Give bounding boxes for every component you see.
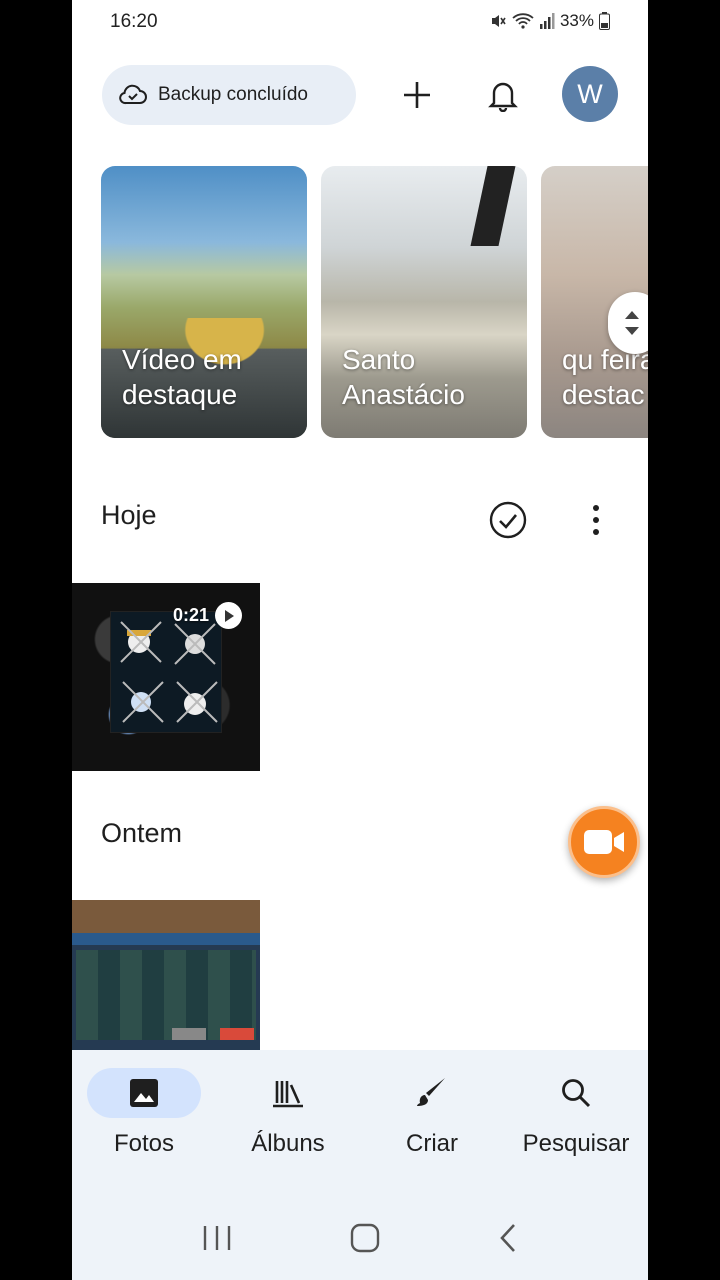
albums-icon <box>273 1081 303 1108</box>
wifi-icon <box>512 13 534 29</box>
nav-create-indicator <box>375 1068 489 1118</box>
memory-card-santo-anastacio[interactable]: Santo Anastácio <box>321 166 527 438</box>
search-icon <box>562 1079 591 1108</box>
cloud-check-icon <box>119 84 147 105</box>
home-icon[interactable] <box>349 1222 381 1254</box>
add-button[interactable] <box>394 72 440 118</box>
video-record-button[interactable] <box>568 806 640 878</box>
nav-label: Pesquisar <box>522 1130 630 1157</box>
back-icon[interactable] <box>496 1222 520 1254</box>
system-navigation-bar <box>72 1195 648 1280</box>
photos-screen: 16:20 33% Backup concluído W Vídeo em de… <box>72 0 648 1280</box>
account-avatar[interactable]: W <box>562 66 618 122</box>
fast-scroll-handle[interactable] <box>608 292 648 354</box>
nav-search-indicator <box>519 1068 633 1118</box>
select-all-button[interactable] <box>488 500 528 540</box>
backup-status-label: Backup concluído <box>158 84 308 105</box>
nav-label: Criar <box>406 1130 458 1157</box>
nav-photos[interactable]: Fotos <box>72 1068 216 1158</box>
screenshot-button <box>220 1028 254 1040</box>
video-preview <box>110 611 222 733</box>
status-icons: 33% <box>489 11 610 31</box>
memory-title: Vídeo em destaque <box>122 344 242 410</box>
memory-title: Santo Anastácio <box>342 344 465 410</box>
nav-albums[interactable]: Álbuns <box>216 1068 360 1158</box>
video-camera-icon <box>584 830 624 854</box>
notifications-button[interactable] <box>480 72 526 118</box>
mute-icon <box>491 15 506 27</box>
play-icon <box>215 602 242 629</box>
bell-icon <box>488 82 518 112</box>
check-circle-icon <box>489 501 527 539</box>
scroll-arrows-icon <box>625 311 639 335</box>
section-title-yesterday: Ontem <box>101 818 183 848</box>
bottom-navigation: Fotos Álbuns Criar Pesquisar <box>72 1050 648 1195</box>
memory-card-featured-video[interactable]: Vídeo em destaque <box>101 166 307 438</box>
more-options-button[interactable] <box>582 500 610 540</box>
screenshot-button <box>172 1028 206 1040</box>
photo-thumbnail-image[interactable] <box>72 900 260 1050</box>
nav-albums-indicator <box>231 1068 345 1118</box>
brush-icon <box>417 1078 445 1106</box>
battery-icon <box>599 12 610 30</box>
skull-icon <box>120 621 218 723</box>
screenshot-content <box>76 950 256 1040</box>
memory-thumbnail <box>470 166 516 246</box>
backup-status-button[interactable]: Backup concluído <box>102 65 356 125</box>
status-time: 16:20 <box>110 11 158 32</box>
nav-label: Álbuns <box>251 1130 325 1157</box>
plus-icon <box>404 82 430 108</box>
nav-label: Fotos <box>113 1130 175 1157</box>
nav-search[interactable]: Pesquisar <box>504 1068 648 1158</box>
battery-percent: 33% <box>559 11 594 30</box>
status-bar: 16:20 33% <box>72 0 648 44</box>
nav-create[interactable]: Criar <box>360 1068 504 1158</box>
signal-icon <box>539 13 555 29</box>
more-vert-icon <box>593 505 599 535</box>
photo-icon <box>130 1079 158 1107</box>
section-title-today: Hoje <box>101 500 157 530</box>
recent-apps-icon[interactable] <box>200 1223 234 1253</box>
nav-photos-indicator <box>87 1068 201 1118</box>
video-duration: 0:21 <box>173 605 210 625</box>
